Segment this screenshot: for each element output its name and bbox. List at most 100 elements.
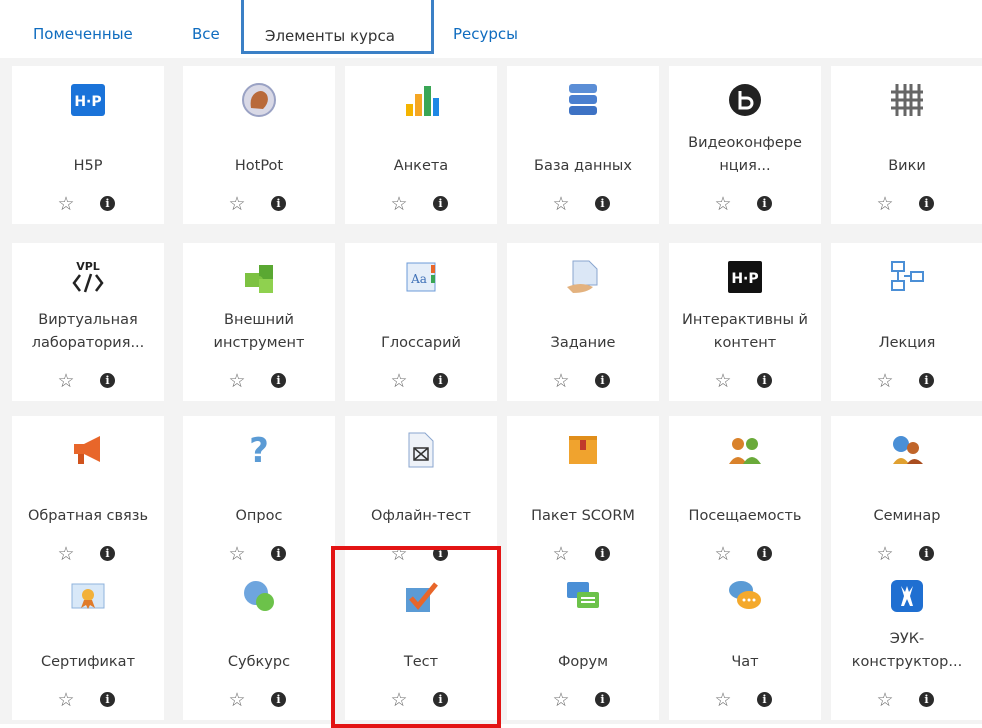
star-icon[interactable]: ☆ <box>227 544 247 564</box>
activity-card[interactable]: ЭУК-конструктор... ☆ i <box>831 562 982 720</box>
info-icon[interactable]: i <box>271 692 286 707</box>
info-icon[interactable]: i <box>919 546 934 561</box>
activity-card[interactable]: Чат ☆ i <box>669 562 821 720</box>
info-icon[interactable]: i <box>433 692 448 707</box>
star-icon[interactable]: ☆ <box>713 690 733 710</box>
info-icon[interactable]: i <box>919 373 934 388</box>
activity-card[interactable]: VPL Виртуальная лаборатория... ☆ i <box>12 243 164 401</box>
activity-card[interactable]: ? Опрос ☆ i <box>183 416 335 574</box>
tab-all[interactable]: Все <box>192 0 220 58</box>
info-icon[interactable]: i <box>433 546 448 561</box>
star-icon[interactable]: ☆ <box>875 371 895 391</box>
star-icon[interactable]: ☆ <box>713 371 733 391</box>
activity-card[interactable]: Лекция ☆ i <box>831 243 982 401</box>
activity-card[interactable]: Анкета ☆ i <box>345 66 497 224</box>
tab-activities[interactable]: Элементы курса <box>241 0 434 54</box>
activity-label: Видеоконфере нция... <box>688 135 802 174</box>
lesson-icon <box>887 257 927 297</box>
info-icon[interactable]: i <box>919 692 934 707</box>
activity-label: Лекция <box>878 335 936 351</box>
activity-card[interactable]: Семинар ☆ i <box>831 416 982 574</box>
star-icon[interactable]: ☆ <box>875 194 895 214</box>
activity-card[interactable]: Форум ☆ i <box>507 562 659 720</box>
star-icon[interactable]: ☆ <box>713 544 733 564</box>
activity-label: Тест <box>403 654 439 670</box>
glossary-icon: Aa <box>401 257 441 297</box>
activity-label: Офлайн-тест <box>371 508 471 524</box>
star-icon[interactable]: ☆ <box>56 371 76 391</box>
activity-card[interactable]: Пакет SCORM ☆ i <box>507 416 659 574</box>
info-icon[interactable]: i <box>757 546 772 561</box>
info-icon[interactable]: i <box>757 692 772 707</box>
info-icon[interactable]: i <box>595 196 610 211</box>
info-icon[interactable]: i <box>271 196 286 211</box>
star-icon[interactable]: ☆ <box>227 371 247 391</box>
info-icon[interactable]: i <box>100 196 115 211</box>
info-icon[interactable]: i <box>100 692 115 707</box>
activity-card[interactable]: Субкурс ☆ i <box>183 562 335 720</box>
star-icon[interactable]: ☆ <box>551 194 571 214</box>
activity-actions: ☆ i <box>183 690 335 710</box>
star-icon[interactable]: ☆ <box>551 371 571 391</box>
h5p-icon: H·P <box>68 80 108 120</box>
star-icon[interactable]: ☆ <box>389 544 409 564</box>
activity-actions: ☆ i <box>345 544 497 564</box>
activity-card[interactable]: Внешний инструмент ☆ i <box>183 243 335 401</box>
assignment-icon <box>563 257 603 297</box>
activity-actions: ☆ i <box>669 194 821 214</box>
info-icon[interactable]: i <box>433 196 448 211</box>
info-icon[interactable]: i <box>919 196 934 211</box>
question-mark-icon: ? <box>239 430 279 470</box>
info-icon[interactable]: i <box>595 373 610 388</box>
svg-text:VPL: VPL <box>76 260 100 273</box>
database-icon <box>563 80 603 120</box>
activity-card[interactable]: Тест ☆ i <box>345 562 497 720</box>
tab-starred[interactable]: Помеченные <box>33 0 133 58</box>
info-icon[interactable]: i <box>271 546 286 561</box>
star-icon[interactable]: ☆ <box>875 690 895 710</box>
star-icon[interactable]: ☆ <box>389 371 409 391</box>
activity-card[interactable]: Видеоконфере нция... ☆ i <box>669 66 821 224</box>
vpl-icon: VPL <box>68 257 108 297</box>
info-icon[interactable]: i <box>595 546 610 561</box>
star-icon[interactable]: ☆ <box>56 690 76 710</box>
activity-card[interactable]: Посещаемость ☆ i <box>669 416 821 574</box>
info-icon[interactable]: i <box>757 373 772 388</box>
activity-card[interactable]: Сертификат ☆ i <box>12 562 164 720</box>
activity-card[interactable]: HotPot ☆ i <box>183 66 335 224</box>
deer-icon <box>887 576 927 616</box>
activity-card[interactable]: Вики ☆ i <box>831 66 982 224</box>
activity-actions: ☆ i <box>669 544 821 564</box>
star-icon[interactable]: ☆ <box>551 690 571 710</box>
activity-actions: ☆ i <box>12 371 164 391</box>
info-icon[interactable]: i <box>433 373 448 388</box>
star-icon[interactable]: ☆ <box>551 544 571 564</box>
tab-resources[interactable]: Ресурсы <box>453 0 518 58</box>
star-icon[interactable]: ☆ <box>389 690 409 710</box>
star-icon[interactable]: ☆ <box>227 194 247 214</box>
activity-grid: H·P H5P ☆ i HotPot ☆ i Анкета ☆ i База данных ☆ i Вид… <box>0 58 982 724</box>
activity-card[interactable]: Aa Глоссарий ☆ i <box>345 243 497 401</box>
activity-card[interactable]: Задание ☆ i <box>507 243 659 401</box>
activity-card[interactable]: Офлайн-тест ☆ i <box>345 416 497 574</box>
activity-card[interactable]: H·P H5P ☆ i <box>12 66 164 224</box>
hotpot-icon <box>239 80 279 120</box>
info-icon[interactable]: i <box>757 196 772 211</box>
star-icon[interactable]: ☆ <box>389 194 409 214</box>
activity-label: Опрос <box>235 508 283 524</box>
activity-label: Виртуальная лаборатория... <box>31 312 145 351</box>
star-icon[interactable]: ☆ <box>875 544 895 564</box>
info-icon[interactable]: i <box>271 373 286 388</box>
activity-card[interactable]: Обратная связь ☆ i <box>12 416 164 574</box>
activity-card[interactable]: H·P Интерактивны й контент ☆ i <box>669 243 821 401</box>
bigbluebutton-icon <box>725 80 765 120</box>
star-icon[interactable]: ☆ <box>56 194 76 214</box>
info-icon[interactable]: i <box>100 373 115 388</box>
activity-card[interactable]: База данных ☆ i <box>507 66 659 224</box>
info-icon[interactable]: i <box>595 692 610 707</box>
star-icon[interactable]: ☆ <box>227 690 247 710</box>
activity-label: Вики <box>888 158 926 174</box>
star-icon[interactable]: ☆ <box>56 544 76 564</box>
star-icon[interactable]: ☆ <box>713 194 733 214</box>
info-icon[interactable]: i <box>100 546 115 561</box>
